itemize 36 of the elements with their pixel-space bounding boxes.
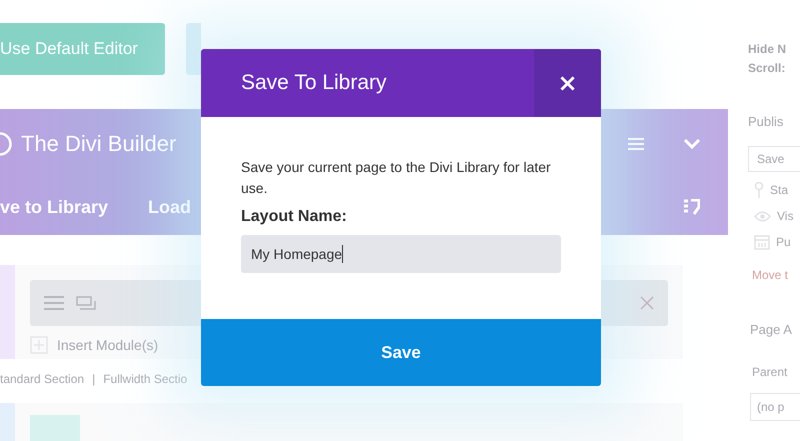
meta-label: Pu: [776, 235, 791, 249]
close-button[interactable]: ×: [534, 49, 601, 117]
columns-icon[interactable]: [76, 296, 96, 310]
modal-title: Save To Library: [240, 70, 388, 96]
add-section-link[interactable]: Fullwidth Sectio: [103, 372, 188, 386]
field-label: Layout Name:: [241, 208, 348, 226]
calendar-icon: [754, 234, 770, 250]
meta-label: Sta: [770, 183, 788, 197]
logo-icon: [0, 132, 12, 156]
builder-action[interactable]: ve to Library: [0, 196, 108, 218]
parent-select[interactable]: (no p: [750, 393, 800, 421]
modal-description: Save your current page to the Divi Library for later use.: [241, 158, 552, 198]
eye-icon: [754, 210, 771, 222]
meta-label: Vis: [777, 209, 794, 223]
section-stripe: [0, 403, 15, 441]
trash-link[interactable]: Move t: [752, 268, 800, 282]
sidebar-heading: Hide N: [748, 41, 788, 58]
save-draft-button[interactable]: Save: [748, 146, 800, 172]
default-editor-button[interactable]: Use Default Editor: [0, 23, 165, 75]
layout-name-field[interactable]: My Homepage: [241, 235, 561, 273]
builder-button[interactable]: [186, 23, 201, 75]
builder-title: The Divi Builder: [21, 131, 176, 157]
pin-icon: [754, 182, 764, 198]
panel-title: Publis: [748, 114, 784, 129]
sidebar-heading: Scroll:: [748, 60, 786, 77]
chevron-down-icon[interactable]: [684, 139, 700, 149]
builder-action[interactable]: Load: [148, 196, 192, 218]
insert-module-link[interactable]: Insert Module(s): [57, 337, 158, 353]
close-icon[interactable]: [640, 296, 654, 310]
module-block: [30, 415, 80, 441]
save-button[interactable]: Save: [201, 319, 601, 386]
panel-title: Page A: [750, 322, 793, 337]
menu-icon[interactable]: [44, 296, 64, 310]
field-label: Parent: [752, 365, 788, 379]
add-section-link[interactable]: tandard Section: [0, 372, 84, 386]
link-separator: |: [92, 372, 96, 386]
